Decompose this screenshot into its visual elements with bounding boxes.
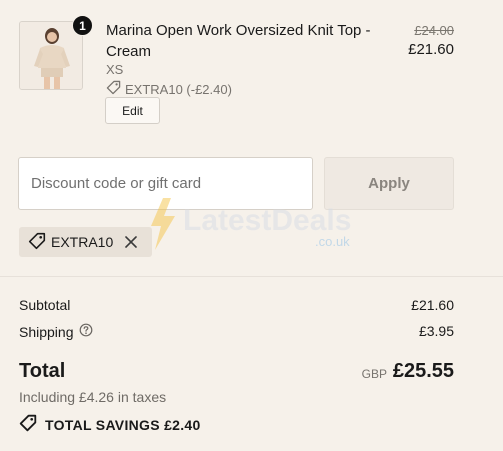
tag-icon [106,80,121,98]
quantity-badge: 1 [72,15,93,36]
shipping-value: £3.95 [418,323,454,339]
product-title: Marina Open Work Oversized Knit Top - Cr… [106,22,371,60]
tax-note: Including £4.26 in taxes [19,389,167,405]
help-icon[interactable] [79,323,93,340]
total-savings: TOTAL SAVINGS £2.40 [19,414,201,435]
savings-tag-icon [19,414,37,435]
discounted-price: £21.60 [408,41,454,58]
close-icon [125,236,138,248]
watermark-brand-text: LatestDeals [183,204,351,237]
tag-icon [28,232,46,253]
subtotal-label: Subtotal [19,297,71,313]
subtotal-value: £21.60 [411,297,454,313]
original-price: £24.00 [414,23,454,38]
watermark-suffix-text: .co.uk [315,234,350,249]
total-label: Total [19,360,66,382]
product-variant: XS [106,62,124,77]
latestdeals-watermark: LatestDeals .co.uk [147,194,367,254]
currency-code: GBP [361,367,387,381]
total-savings-label: TOTAL SAVINGS £2.40 [45,416,201,433]
total-value: £25.55 [392,360,454,382]
section-divider [0,276,503,277]
remove-discount-button[interactable] [124,235,138,249]
edit-item-button[interactable]: Edit [105,97,160,124]
applied-discount-code: EXTRA10 [51,234,114,250]
line-item-discount-label: EXTRA10 (-£2.40) [125,81,232,97]
applied-discount-tag: EXTRA10 [19,227,152,257]
shipping-row-label: Shipping [19,323,93,340]
line-item-discount: EXTRA10 (-£2.40) [106,80,232,98]
shipping-label: Shipping [19,323,74,340]
